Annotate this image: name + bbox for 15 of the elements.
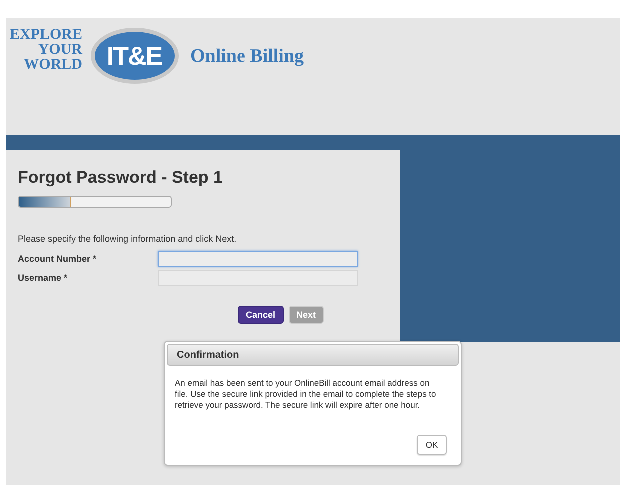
tagline-text: YOUR — [38, 43, 83, 58]
logo: IT&E — [90, 28, 179, 84]
field-label: Username * — [18, 272, 69, 282]
instructions-text: Please specify the following information and click Next. — [18, 234, 238, 244]
tagline-text: WORLD — [24, 58, 83, 73]
page-title: Forgot Password - Step 1 — [18, 168, 224, 188]
tagline-text: EXPLORE — [10, 28, 83, 43]
dialog-message: An email has been sent to your OnlineBill account email address on file. Use the secure link provided in the email to complete the steps to retrieve your password. The secure link will expire after one hour. — [175, 378, 438, 411]
cancel-button[interactable]: Cancel — [238, 306, 284, 324]
field-label: Account Number * — [18, 254, 98, 264]
site-title: Online Billing — [190, 46, 304, 68]
input-field[interactable] — [158, 270, 358, 286]
input-field[interactable] — [158, 250, 358, 266]
dialog-title: Confirmation — [167, 344, 459, 366]
ok-button[interactable]: OK — [417, 435, 447, 455]
